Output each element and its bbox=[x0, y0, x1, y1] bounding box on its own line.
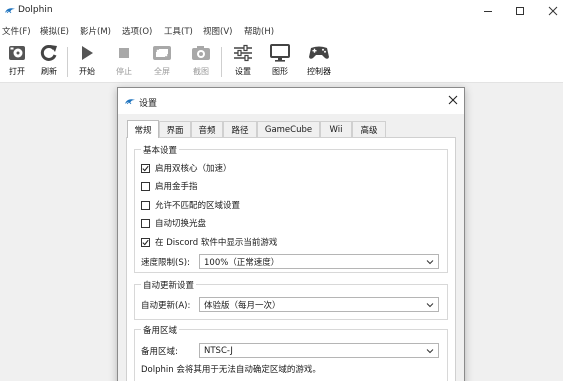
controllers-button[interactable]: 控制器 bbox=[302, 43, 336, 81]
fallback-region-group: 备用区域 备用区域: NTSC-J Dolphin 会将其用于无法自动确定区域的… bbox=[134, 324, 448, 381]
sliders-icon bbox=[234, 44, 252, 62]
toolbar: 打开 刷新 开始 停止 全屏 截图 设置 图形 控制器 bbox=[0, 39, 563, 83]
dual-core-label: 启用双核心（加速） bbox=[155, 164, 232, 174]
screenshot-button[interactable]: 截图 bbox=[184, 43, 218, 81]
cheats-checkbox[interactable] bbox=[141, 181, 150, 191]
close-icon bbox=[448, 95, 458, 105]
play-button[interactable]: 开始 bbox=[70, 43, 104, 81]
tab-audio[interactable]: 音频 bbox=[191, 121, 223, 137]
config-button[interactable]: 设置 bbox=[226, 43, 260, 81]
checkmark-icon bbox=[142, 239, 149, 245]
mismatched-region-option[interactable]: 允许不匹配的区域设置 bbox=[141, 199, 240, 211]
menu-emulation[interactable]: 模拟(E) bbox=[40, 25, 69, 37]
open-disc-icon bbox=[9, 46, 25, 60]
stop-button[interactable]: 停止 bbox=[107, 43, 141, 81]
dialog-close-button[interactable] bbox=[446, 93, 460, 107]
basic-settings-title: 基本设置 bbox=[141, 144, 180, 156]
tab-gamecube[interactable]: GameCube bbox=[257, 121, 320, 137]
auto-update-value: 体验版（每月一次） bbox=[204, 300, 281, 311]
auto-update-title: 自动更新设置 bbox=[141, 279, 197, 291]
refresh-button[interactable]: 刷新 bbox=[32, 43, 66, 81]
discord-presence-checkbox[interactable] bbox=[141, 237, 150, 247]
gamepad-icon bbox=[309, 46, 329, 59]
speed-limit-select[interactable]: 100%（正常速度） bbox=[199, 254, 439, 269]
screenshot-label: 截图 bbox=[193, 67, 209, 76]
open-label: 打开 bbox=[9, 67, 25, 76]
chevron-down-icon bbox=[426, 303, 434, 308]
tab-wii[interactable]: Wii bbox=[320, 121, 352, 137]
fullscreen-icon bbox=[153, 46, 171, 60]
menu-movie[interactable]: 影片(M) bbox=[80, 25, 111, 37]
checkmark-icon bbox=[142, 165, 149, 171]
menu-file[interactable]: 文件(F) bbox=[2, 25, 31, 37]
chevron-down-icon bbox=[426, 260, 434, 265]
speed-limit-value: 100%（正常速度） bbox=[204, 257, 280, 268]
menu-tools[interactable]: 工具(T) bbox=[164, 25, 193, 37]
menu-help[interactable]: 帮助(H) bbox=[244, 25, 274, 37]
dolphin-logo-icon bbox=[125, 99, 135, 105]
cheats-option[interactable]: 启用金手指 bbox=[141, 180, 198, 192]
auto-update-select[interactable]: 体验版（每月一次） bbox=[199, 297, 439, 312]
general-tab-panel: 基本设置 启用双核心（加速） 启用金手指 允许不匹配的区域设置 自动切换光盘 在… bbox=[126, 137, 456, 381]
open-button[interactable]: 打开 bbox=[0, 43, 34, 81]
stop-label: 停止 bbox=[116, 67, 132, 76]
menu-options[interactable]: 选项(O) bbox=[122, 25, 152, 37]
config-label: 设置 bbox=[235, 67, 251, 76]
cheats-label: 启用金手指 bbox=[155, 182, 198, 192]
play-icon bbox=[82, 46, 93, 60]
fallback-region-note: Dolphin 会将其用于无法自动确定区域的游戏。 bbox=[141, 365, 321, 375]
chevron-down-icon bbox=[426, 349, 434, 354]
graphics-label: 图形 bbox=[272, 67, 288, 76]
minimize-icon bbox=[484, 11, 492, 12]
auto-disc-change-checkbox[interactable] bbox=[141, 218, 150, 228]
settings-dialog: 设置 常规 界面 音频 路径 GameCube Wii 高级 基本设置 启用双核… bbox=[117, 87, 465, 381]
mismatched-region-label: 允许不匹配的区域设置 bbox=[155, 201, 241, 211]
camera-icon bbox=[192, 46, 210, 60]
dialog-title: 设置 bbox=[139, 99, 158, 109]
toolbar-separator bbox=[221, 47, 222, 77]
fallback-region-select[interactable]: NTSC-J bbox=[199, 343, 439, 358]
fallback-region-value: NTSC-J bbox=[204, 345, 233, 356]
tab-interface[interactable]: 界面 bbox=[159, 121, 191, 137]
play-label: 开始 bbox=[79, 67, 95, 76]
fullscreen-button[interactable]: 全屏 bbox=[145, 43, 179, 81]
graphics-button[interactable]: 图形 bbox=[263, 43, 297, 81]
close-button[interactable] bbox=[545, 3, 561, 19]
title-bar: Dolphin bbox=[0, 0, 563, 22]
basic-settings-group: 基本设置 启用双核心（加速） 启用金手指 允许不匹配的区域设置 自动切换光盘 在… bbox=[134, 144, 448, 273]
refresh-icon bbox=[40, 44, 57, 61]
fullscreen-label: 全屏 bbox=[154, 67, 170, 76]
discord-presence-option[interactable]: 在 Discord 软件中显示当前游戏 bbox=[141, 236, 277, 248]
discord-presence-label: 在 Discord 软件中显示当前游戏 bbox=[155, 238, 278, 248]
tab-paths[interactable]: 路径 bbox=[223, 121, 257, 137]
controllers-label: 控制器 bbox=[307, 67, 331, 76]
auto-disc-change-label: 自动切换光盘 bbox=[155, 219, 207, 229]
minimize-button[interactable] bbox=[480, 3, 496, 19]
speed-limit-label: 速度限制(S): bbox=[141, 258, 190, 268]
auto-disc-change-option[interactable]: 自动切换光盘 bbox=[141, 217, 206, 229]
mismatched-region-checkbox[interactable] bbox=[141, 200, 150, 210]
fallback-region-title: 备用区域 bbox=[141, 324, 180, 336]
toolbar-separator bbox=[67, 47, 68, 77]
app-title: Dolphin bbox=[18, 5, 53, 15]
auto-update-group: 自动更新设置 自动更新(A): 体验版（每月一次） bbox=[134, 279, 448, 320]
monitor-icon bbox=[270, 44, 290, 62]
dolphin-logo-icon bbox=[5, 8, 15, 14]
dual-core-option[interactable]: 启用双核心（加速） bbox=[141, 162, 232, 174]
maximize-button[interactable] bbox=[512, 3, 528, 19]
maximize-icon bbox=[516, 7, 524, 15]
stop-icon bbox=[119, 48, 129, 58]
refresh-label: 刷新 bbox=[41, 67, 57, 76]
close-icon bbox=[548, 6, 558, 16]
dialog-title-bar: 设置 bbox=[118, 88, 464, 114]
auto-update-label: 自动更新(A): bbox=[141, 301, 191, 311]
fallback-region-label: 备用区域: bbox=[141, 347, 178, 357]
tab-general[interactable]: 常规 bbox=[127, 120, 159, 138]
menu-view[interactable]: 视图(V) bbox=[203, 25, 232, 37]
dual-core-checkbox[interactable] bbox=[141, 163, 150, 173]
tab-advanced[interactable]: 高级 bbox=[352, 121, 386, 137]
menu-bar: 文件(F) 模拟(E) 影片(M) 选项(O) 工具(T) 视图(V) 帮助(H… bbox=[0, 22, 563, 39]
